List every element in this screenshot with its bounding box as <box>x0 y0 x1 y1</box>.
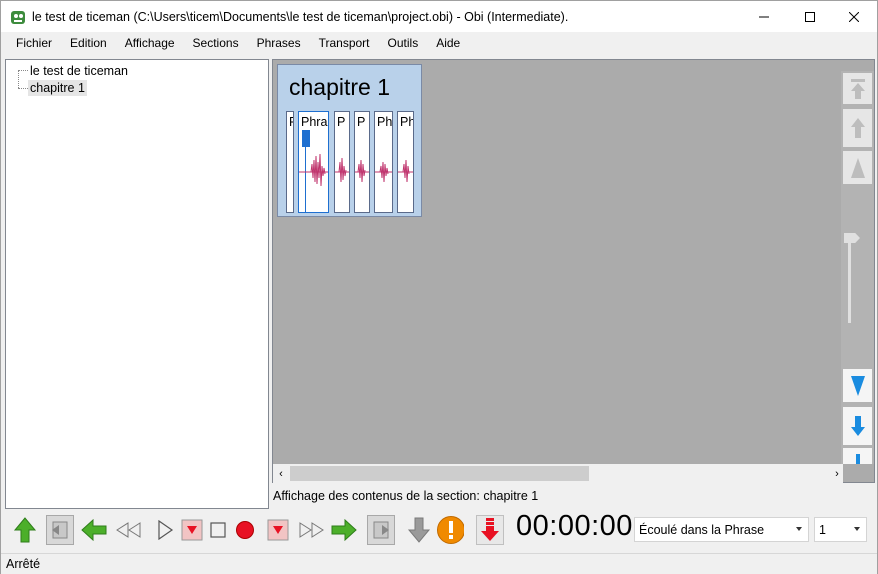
record-button[interactable] <box>231 515 259 545</box>
scroll-top-button[interactable] <box>843 73 872 104</box>
fast-forward-icon <box>299 522 324 538</box>
main-window: le test de ticeman (C:\Users\ticem\Docum… <box>0 0 878 574</box>
time-mode-value: Écoulé dans la Phrase <box>639 522 765 537</box>
title-bar: le test de ticeman (C:\Users\ticem\Docum… <box>1 1 877 32</box>
page-down-icon <box>850 416 865 436</box>
mark-icon <box>267 519 289 541</box>
close-icon <box>849 11 859 22</box>
maximize-button[interactable] <box>787 1 833 32</box>
triangle-up-icon <box>850 157 865 178</box>
menu-sections[interactable]: Sections <box>183 32 247 54</box>
tree-connector <box>18 70 28 71</box>
warning-icon <box>437 516 464 544</box>
previous-phrase-button[interactable] <box>80 515 108 545</box>
tree-item-project[interactable]: le test de ticeman <box>30 63 128 79</box>
mark-icon <box>181 519 203 541</box>
phrase-block[interactable]: P <box>354 111 370 213</box>
up-arrow-icon <box>13 517 37 543</box>
waveform <box>375 161 392 183</box>
tree-item-chapitre-1[interactable]: chapitre 1 <box>28 80 87 96</box>
scroll-right-arrow-icon[interactable]: › <box>831 468 843 480</box>
menu-bar: Fichier Edition Affichage Sections Phras… <box>1 32 877 54</box>
content-view: chapitre 1 P Phra P <box>272 59 875 483</box>
section-title: chapitre 1 <box>289 74 391 100</box>
prev-page-icon <box>52 521 68 539</box>
warning-button[interactable] <box>436 515 464 545</box>
play-icon <box>158 520 174 540</box>
navigate-down-button[interactable] <box>405 515 433 545</box>
zoom-slider-thumb[interactable] <box>844 233 860 243</box>
fast-forward-button[interactable] <box>298 515 326 545</box>
stop-button[interactable] <box>204 515 232 545</box>
toc-tree: le test de ticeman chapitre 1 <box>5 59 269 509</box>
chevron-down-icon <box>854 527 860 531</box>
obi-app-icon <box>11 10 25 24</box>
horizontal-scrollbar[interactable]: ‹ › <box>273 464 843 483</box>
phrase-block[interactable]: Ph <box>397 111 414 213</box>
waveform <box>299 153 328 187</box>
previous-page-button[interactable] <box>46 515 74 545</box>
mark-phrase-button[interactable] <box>178 515 206 545</box>
zoom-slider-track <box>848 241 851 323</box>
down-double-arrow-icon <box>481 518 499 541</box>
tree-connector <box>18 70 19 88</box>
menu-outils[interactable]: Outils <box>378 32 427 54</box>
next-page-icon <box>373 521 389 539</box>
navigate-up-button[interactable] <box>11 515 39 545</box>
prev-phrase-icon <box>81 519 107 541</box>
time-mode-select[interactable]: Écoulé dans la Phrase <box>634 517 809 542</box>
mark-phrase-button-2[interactable] <box>264 515 292 545</box>
maximize-icon <box>805 11 815 22</box>
rewind-button[interactable] <box>115 515 143 545</box>
scroll-top-icon <box>850 78 865 99</box>
content-status-text: Affichage des contenus de la section: ch… <box>273 489 539 503</box>
level-select[interactable]: 1 <box>814 517 867 542</box>
record-icon <box>236 521 254 539</box>
page-up-icon <box>850 118 865 138</box>
scroll-page-up-button[interactable] <box>843 109 872 147</box>
stop-icon <box>210 522 226 538</box>
menu-aide[interactable]: Aide <box>426 32 468 54</box>
scroll-up-fast-button[interactable] <box>843 151 872 184</box>
minimize-button[interactable] <box>741 1 787 32</box>
down-arrow-icon <box>407 517 431 543</box>
section-strip[interactable]: chapitre 1 P Phra P <box>277 64 422 217</box>
scroll-left-arrow-icon[interactable]: ‹ <box>275 468 287 480</box>
minimize-icon <box>759 16 769 17</box>
phrase-block[interactable]: P <box>334 111 350 213</box>
level-value: 1 <box>819 522 826 537</box>
scrollbar-thumb[interactable] <box>290 466 589 481</box>
menu-transport[interactable]: Transport <box>309 32 378 54</box>
phrase-label: P <box>289 115 293 129</box>
play-button[interactable] <box>151 515 179 545</box>
window-title: le test de ticeman (C:\Users\ticem\Docum… <box>32 9 569 24</box>
next-phrase-button[interactable] <box>330 515 358 545</box>
close-button[interactable] <box>831 1 877 32</box>
status-bar: Arrêté <box>1 553 877 574</box>
scroll-bottom-icon <box>855 454 860 464</box>
waveform <box>398 159 413 183</box>
phrase-block-selected[interactable]: Phra <box>298 111 329 213</box>
scroll-page-down-button[interactable] <box>843 407 872 445</box>
scroll-bottom-button[interactable] <box>843 448 872 464</box>
menu-phrases[interactable]: Phrases <box>247 32 309 54</box>
menu-fichier[interactable]: Fichier <box>1 32 60 54</box>
status-text: Arrêté <box>6 557 41 571</box>
phrase-block[interactable]: Ph <box>374 111 393 213</box>
waveform <box>335 157 349 183</box>
menu-affichage[interactable]: Affichage <box>115 32 183 54</box>
vertical-navigation-bar <box>841 71 874 464</box>
menu-edition[interactable]: Edition <box>60 32 115 54</box>
rewind-icon <box>116 522 141 538</box>
record-down-button[interactable] <box>476 515 504 545</box>
next-page-button[interactable] <box>367 515 395 545</box>
triangle-down-icon <box>850 375 865 396</box>
tree-connector <box>18 88 28 89</box>
time-display: 00:00:00 <box>516 510 633 542</box>
chevron-down-icon <box>796 527 802 531</box>
phrase-block[interactable]: P <box>286 111 294 213</box>
waveform <box>355 159 369 183</box>
scroll-down-fast-button[interactable] <box>843 369 872 402</box>
next-phrase-icon <box>331 519 357 541</box>
